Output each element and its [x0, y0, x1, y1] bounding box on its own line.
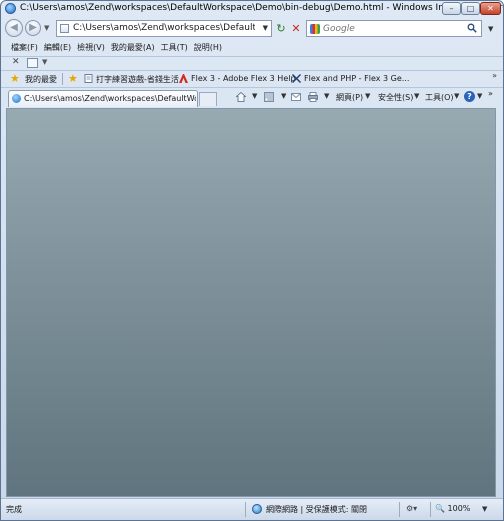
status-separator	[430, 502, 431, 517]
security-zone[interactable]: 網際網路 | 受保護模式: 關閉	[266, 504, 367, 515]
protected-mode-icon[interactable]: ⚙▾	[406, 504, 417, 513]
add-favorite-icon[interactable]: ★	[68, 73, 78, 85]
search-box[interactable]	[306, 20, 482, 37]
address-input[interactable]: C:\Users\amos\Zend\workspaces\DefaultWor…	[73, 23, 255, 33]
favorites-bar: ★ 我的最愛 ★ 打字練習遊戲-省錢生活 Flex 3 - Adobe Flex…	[1, 70, 503, 86]
google-icon	[310, 24, 320, 34]
close-icon: ✕	[487, 4, 494, 13]
tab-active[interactable]: C:\Users\amos\Zend\workspaces\DefaultWor…	[8, 90, 198, 107]
zoom-value: 100%	[447, 504, 471, 513]
status-text: 完成	[6, 505, 22, 514]
feeds-dropdown-icon[interactable]: ▼	[281, 92, 286, 100]
zoom-icon: 🔍	[435, 504, 445, 513]
search-input[interactable]	[323, 21, 463, 36]
help-dropdown-icon[interactable]: ▼	[477, 92, 482, 100]
print-dropdown-icon[interactable]: ▼	[324, 92, 329, 100]
search-options-dropdown[interactable]: ▼	[488, 25, 493, 33]
tab-label: C:\Users\amos\Zend\workspaces\DefaultWor…	[24, 94, 196, 103]
safety-menu-button[interactable]: 安全性(S)	[378, 92, 413, 103]
menu-edit[interactable]: 編輯(E)	[44, 41, 77, 55]
stop-button[interactable]: ✕	[289, 21, 303, 36]
menu-favorites[interactable]: 我的最愛(A)	[111, 41, 161, 55]
maximize-icon: □	[466, 4, 475, 13]
commands-more-chevron[interactable]: »	[488, 89, 493, 98]
search-icon[interactable]	[467, 23, 477, 33]
home-icon[interactable]	[236, 92, 246, 102]
maximize-button[interactable]: □	[461, 2, 480, 15]
title-bar: C:\Users\amos\Zend\workspaces\DefaultWor…	[1, 1, 503, 17]
status-separator	[399, 502, 400, 517]
minimize-button[interactable]: –	[442, 2, 461, 15]
close-toolbar-icon[interactable]: ✕	[12, 57, 20, 67]
status-separator	[245, 502, 246, 517]
menu-view[interactable]: 檢視(V)	[77, 41, 111, 55]
minimize-icon: –	[449, 4, 454, 13]
recent-pages-dropdown[interactable]: ▼	[44, 24, 49, 32]
back-button[interactable]: ◀	[5, 19, 23, 37]
favorite-link-flex-php[interactable]: Flex and PHP - Flex 3 Ge...	[304, 74, 409, 83]
zoom-level[interactable]: 🔍 100%	[435, 504, 470, 513]
close-window-button[interactable]: ✕	[480, 2, 501, 15]
favorite-link-flex-help[interactable]: Flex 3 - Adobe Flex 3 Help	[191, 74, 296, 83]
page-icon	[60, 24, 69, 33]
refresh-button[interactable]: ↻	[274, 21, 288, 36]
address-row: ◀ ▶ ▼ C:\Users\amos\Zend\workspaces\Defa…	[1, 18, 503, 40]
forward-arrow-icon: ▶	[29, 22, 37, 33]
menu-tools[interactable]: 工具(T)	[161, 41, 194, 55]
status-bar: 完成 網際網路 | 受保護模式: 關閉 ⚙▾ 🔍 100% ▼	[1, 498, 503, 520]
globe-icon	[252, 504, 262, 514]
safety-menu-dropdown-icon[interactable]: ▼	[414, 92, 419, 100]
tab-row: C:\Users\amos\Zend\workspaces\DefaultWor…	[1, 87, 503, 107]
favorites-star-icon[interactable]: ★	[10, 73, 20, 85]
address-bar[interactable]: C:\Users\amos\Zend\workspaces\DefaultWor…	[56, 20, 272, 37]
favorites-button[interactable]: 我的最愛	[25, 74, 57, 85]
back-arrow-icon: ◀	[10, 22, 18, 33]
new-tab-button[interactable]	[199, 92, 217, 106]
copy-icon[interactable]	[27, 58, 38, 68]
menu-help[interactable]: 說明(H)	[194, 41, 228, 55]
page-content[interactable]	[6, 108, 496, 497]
feeds-icon[interactable]	[264, 92, 274, 102]
home-dropdown-icon[interactable]: ▼	[252, 92, 257, 100]
zoom-dropdown-icon[interactable]: ▼	[482, 505, 487, 513]
page-menu-button[interactable]: 網頁(P)	[336, 92, 363, 103]
favorites-separator	[62, 73, 63, 85]
forward-button[interactable]: ▶	[25, 20, 41, 36]
mini-toolbar: ✕ ▼	[1, 56, 503, 69]
tools-menu-button[interactable]: 工具(O)	[425, 92, 454, 103]
page-menu-dropdown-icon[interactable]: ▼	[365, 92, 370, 100]
ie-page-icon	[12, 94, 21, 103]
help-icon[interactable]: ?	[464, 91, 475, 102]
flex-php-icon	[292, 74, 301, 83]
mail-icon[interactable]	[291, 92, 301, 102]
favorites-more-chevron[interactable]: »	[492, 71, 497, 80]
favorite-link-typing[interactable]: 打字練習遊戲-省錢生活	[96, 74, 179, 85]
tools-menu-dropdown-icon[interactable]: ▼	[454, 92, 459, 100]
address-dropdown-icon[interactable]: ▼	[263, 24, 268, 32]
menu-bar: 檔案(F) 編輯(E) 檢視(V) 我的最愛(A) 工具(T) 說明(H)	[1, 41, 503, 55]
menu-file[interactable]: 檔案(F)	[11, 41, 44, 55]
copy-dropdown-icon[interactable]: ▼	[42, 58, 47, 66]
page-icon	[84, 74, 93, 83]
print-icon[interactable]	[308, 92, 318, 102]
ie-logo-icon	[5, 3, 16, 14]
browser-window: C:\Users\amos\Zend\workspaces\DefaultWor…	[0, 0, 504, 521]
window-title: C:\Users\amos\Zend\workspaces\DefaultWor…	[20, 3, 504, 13]
adobe-icon	[179, 74, 188, 83]
